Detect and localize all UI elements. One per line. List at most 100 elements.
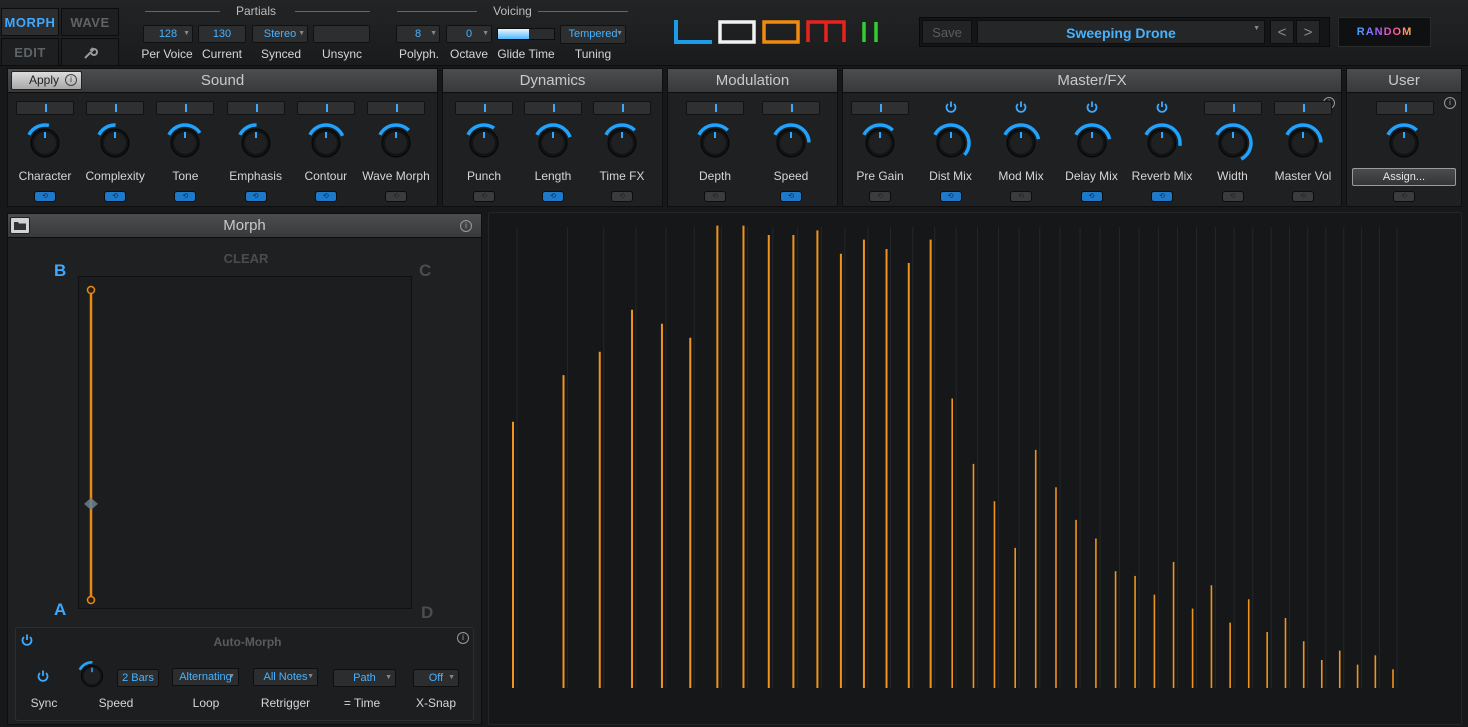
mod-mix-power-icon[interactable] [1014,100,1028,114]
punch-mod-slider[interactable] [455,101,513,115]
wave-morph-mod-slider[interactable] [367,101,425,115]
delay-mix-knob[interactable] [1071,122,1113,164]
octave-select[interactable]: 0 ▼ [446,25,492,43]
character-mod-toggle[interactable]: ⟲ [34,191,56,202]
depth-knob[interactable] [694,122,736,164]
tone-mod-slider[interactable] [156,101,215,115]
loop-select[interactable]: Alternating ▼ [172,668,239,686]
mod-mix-knob[interactable] [1000,122,1042,164]
time-fx-mod-toggle[interactable]: ⟲ [611,191,633,202]
punch-mod-toggle[interactable]: ⟲ [473,191,495,202]
punch-knob[interactable] [463,122,505,164]
previous-preset-button[interactable]: < [1270,20,1294,44]
xsnap-select[interactable]: Off ▼ [413,669,459,687]
save-button[interactable]: Save [922,20,972,44]
pre-gain-knob[interactable] [859,122,901,164]
time-fx-label: Time FX [599,169,645,183]
user-mod-toggle[interactable]: ⟲ [1393,191,1415,202]
length-knob[interactable] [532,122,574,164]
wave-morph-knob[interactable] [375,122,417,164]
mode-morph-button[interactable]: MORPH [1,8,59,36]
auto-morph-power-icon[interactable] [20,633,34,647]
corner-b-label[interactable]: B [54,261,66,281]
mod-mix-mod-toggle[interactable]: ⟲ [1010,191,1032,202]
master-vol-knob[interactable] [1282,122,1324,164]
glide-time-slider[interactable] [497,28,555,40]
reverb-mix-power-icon[interactable] [1155,100,1169,114]
contour-mod-toggle[interactable]: ⟲ [314,191,337,202]
speed-mod-toggle[interactable]: ⟲ [780,191,802,202]
time-fx-knob[interactable] [601,122,643,164]
partials-spectrum-display[interactable] [488,212,1462,725]
user-mod-slider[interactable] [1376,101,1434,115]
tone-knob[interactable] [164,122,206,164]
per-voice-select[interactable]: 128 ▼ [143,25,193,43]
morph-path-start-node[interactable] [86,285,96,295]
assign-button[interactable]: Assign... [1352,168,1456,186]
emphasis-mod-toggle[interactable]: ⟲ [244,191,267,202]
emphasis-mod-slider[interactable] [226,101,285,115]
width-mod-toggle[interactable]: ⟲ [1221,191,1244,202]
length-mod-toggle[interactable]: ⟲ [542,191,564,202]
wave-morph-mod-toggle[interactable]: ⟲ [385,191,407,202]
corner-a-label[interactable]: A [54,600,66,620]
dist-mix-mod-toggle[interactable]: ⟲ [939,191,962,202]
emphasis-knob[interactable] [235,122,277,164]
morph-path-end-node[interactable] [86,595,96,605]
contour-mod-slider[interactable] [296,101,355,115]
preset-name-select[interactable]: Sweeping Drone ▼ [977,20,1265,44]
corner-c-label[interactable]: C [419,261,431,281]
width-knob[interactable] [1212,122,1254,164]
clear-morph-button[interactable]: CLEAR [200,251,292,266]
tone-mod-toggle[interactable]: ⟲ [174,191,197,202]
retrigger-select[interactable]: All Notes ▼ [253,668,318,686]
corner-d-label[interactable]: D [421,603,433,623]
complexity-knob[interactable] [94,122,136,164]
time-select[interactable]: Path ▼ [333,669,396,687]
dist-mix-power-icon[interactable] [944,100,958,114]
settings-wrench-button[interactable] [61,38,119,66]
pre-gain-mod-toggle[interactable]: ⟲ [869,191,891,202]
time-fx-mod-slider[interactable] [593,101,651,115]
info-icon[interactable]: i [457,632,469,644]
user-knob[interactable] [1383,122,1425,164]
mode-wave-button[interactable]: WAVE [61,8,119,36]
length-mod-slider[interactable] [524,101,582,115]
polyphony-select[interactable]: 8 ▼ [396,25,440,43]
dist-mix-knob[interactable] [930,122,972,164]
sync-power-icon[interactable] [36,669,50,683]
info-icon[interactable]: i [460,220,472,232]
reverb-mix-knob[interactable] [1141,122,1183,164]
master-vol-mod-slider[interactable] [1274,101,1332,115]
next-preset-button[interactable]: > [1296,20,1320,44]
delay-mix-power-icon[interactable] [1085,100,1099,114]
depth-mod-toggle[interactable]: ⟲ [704,191,726,202]
speed-knob[interactable] [770,122,812,164]
chevron-down-icon: ▼ [307,673,314,680]
apply-button[interactable]: Apply i [11,71,82,90]
reverb-mix-mod-toggle[interactable]: ⟲ [1151,191,1173,202]
character-mod-slider[interactable] [16,101,74,115]
complexity-mod-slider[interactable] [86,101,145,115]
morph-pad[interactable] [78,276,412,609]
info-icon[interactable]: i [1444,97,1456,109]
contour-knob[interactable] [305,122,347,164]
speed-mod-slider[interactable] [762,101,820,115]
complexity-mod-toggle[interactable]: ⟲ [104,191,127,202]
tuning-select[interactable]: Tempered ▼ [560,25,626,44]
auto-morph-title: Auto-Morph [213,635,282,649]
delay-mix-mod-toggle[interactable]: ⟲ [1080,191,1103,202]
master-vol-mod-toggle[interactable]: ⟲ [1292,191,1314,202]
random-button[interactable]: RANDOM [1338,17,1431,47]
auto-morph-speed-knob[interactable] [76,660,108,692]
character-knob[interactable] [24,122,66,164]
width-mod-slider[interactable] [1203,101,1262,115]
morph-browse-button[interactable] [10,217,30,234]
unsync-control[interactable] [313,25,370,43]
morph-position-cursor[interactable] [84,497,98,510]
depth-mod-slider[interactable] [686,101,744,115]
synced-select[interactable]: Stereo ▼ [252,25,308,43]
pre-gain-mod-slider[interactable] [851,101,909,115]
mode-edit-button[interactable]: EDIT [1,38,59,66]
speed-value-field[interactable]: 2 Bars [117,669,159,687]
